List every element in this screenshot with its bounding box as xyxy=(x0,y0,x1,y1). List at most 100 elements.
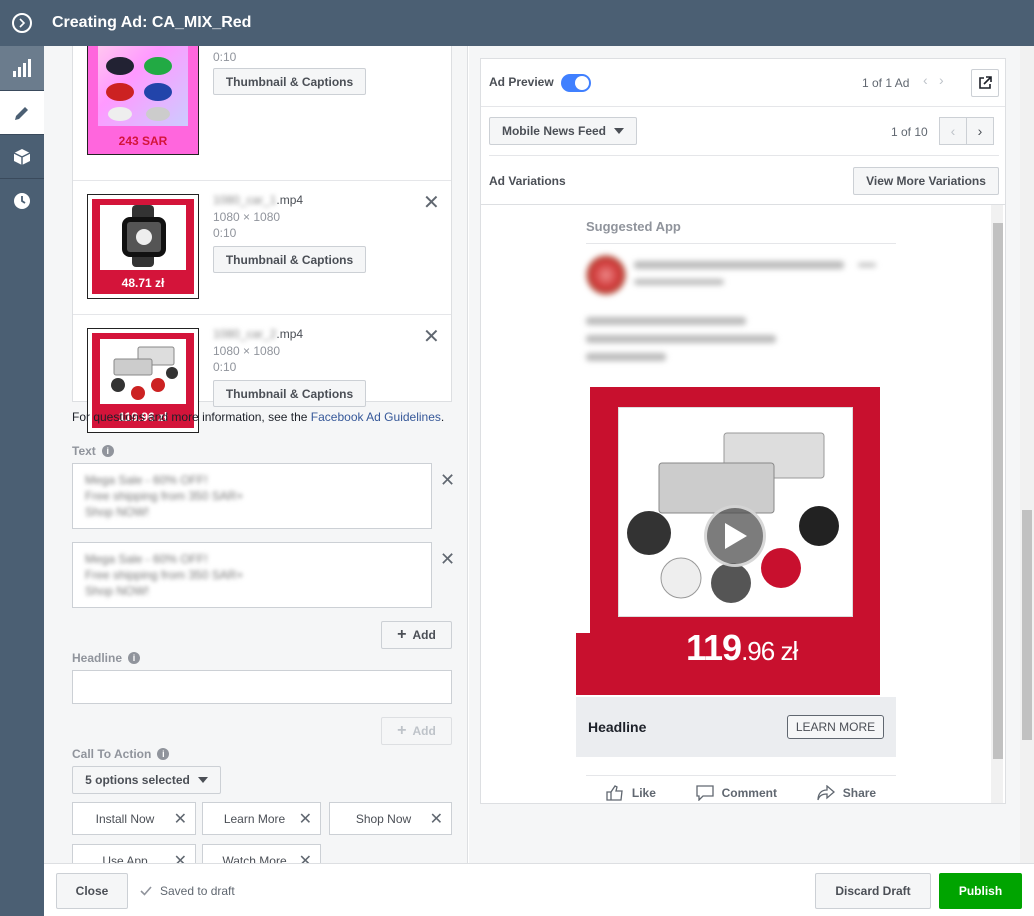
video-list: 243 SAR 0:10 Thumbnail & Captions 48.71 … xyxy=(72,46,452,433)
comment-action[interactable]: Comment xyxy=(695,785,777,801)
preview-panel: Ad Preview 1 of 1 Ad ‹ › Mobile News Fee… xyxy=(469,46,1034,863)
placement-count: 1 of 10 xyxy=(891,125,928,139)
discard-draft-button[interactable]: Discard Draft xyxy=(815,873,931,909)
feed-post: Suggested App 119.96 zł Headline LEARN M… xyxy=(576,205,896,803)
remove-cta-icon[interactable]: ✕ xyxy=(299,809,312,829)
info-icon[interactable]: i xyxy=(157,748,170,760)
ad-guidelines-link[interactable]: Facebook Ad Guidelines xyxy=(311,410,441,424)
ad-price: 119.96 zł xyxy=(686,627,798,668)
page-scrollbar-thumb[interactable] xyxy=(1022,510,1032,740)
chevron-left-icon: ‹ xyxy=(950,123,956,139)
text-field[interactable]: Mega Sale - 60% OFF! Free shipping from … xyxy=(72,542,432,608)
remove-text-icon[interactable]: ✕ xyxy=(440,549,455,570)
cta-chip: Watch More ✕ xyxy=(202,844,321,863)
video-filename: 1080_car_2.mp4 xyxy=(213,327,304,341)
ad-video[interactable]: 119.96 zł xyxy=(576,387,880,697)
ad-variations-label: Ad Variations xyxy=(489,174,566,188)
page-scrollbar[interactable] xyxy=(1020,46,1034,863)
sidebar-item-assets[interactable] xyxy=(0,134,44,178)
view-more-variations-button[interactable]: View More Variations xyxy=(853,167,999,195)
collapse-toggle-icon[interactable] xyxy=(12,13,32,33)
share-action[interactable]: Share xyxy=(817,785,876,801)
page-avatar xyxy=(586,255,626,295)
sidebar-item-history[interactable] xyxy=(0,178,44,222)
close-button[interactable]: Close xyxy=(56,873,128,909)
ad-editor-panel: 243 SAR 0:10 Thumbnail & Captions 48.71 … xyxy=(44,46,468,863)
play-icon[interactable] xyxy=(704,505,766,567)
cta-chip: Learn More ✕ xyxy=(202,802,321,835)
clock-icon xyxy=(14,192,30,209)
chevron-right-icon: › xyxy=(977,123,983,139)
preview-scrollbar-thumb[interactable] xyxy=(993,223,1003,759)
thumbnail-captions-button[interactable]: Thumbnail & Captions xyxy=(213,246,366,273)
save-status: Saved to draft xyxy=(140,884,235,898)
next-ad-icon[interactable]: › xyxy=(939,72,944,88)
thumbnail-captions-button[interactable]: Thumbnail & Captions xyxy=(213,380,366,407)
remove-video-icon[interactable]: ✕ xyxy=(423,327,440,347)
plus-icon: + xyxy=(397,626,407,643)
add-text-button[interactable]: + Add xyxy=(381,621,452,649)
placement-dropdown[interactable]: Mobile News Feed xyxy=(489,117,637,145)
learn-more-button[interactable]: LEARN MORE xyxy=(787,715,884,739)
remove-cta-icon[interactable]: ✕ xyxy=(430,809,443,829)
share-icon xyxy=(817,785,835,801)
post-actions: Like Comment Share xyxy=(586,785,896,801)
add-headline-button[interactable]: + Add xyxy=(381,717,452,745)
ad-preview-label: Ad Preview xyxy=(489,75,554,89)
info-icon[interactable]: i xyxy=(101,445,114,457)
prev-ad-icon[interactable]: ‹ xyxy=(923,72,928,88)
preview-headline: Headline xyxy=(588,719,647,735)
remove-video-icon[interactable]: ✕ xyxy=(423,193,440,213)
window-title: Creating Ad: CA_MIX_Red xyxy=(52,14,252,31)
like-action[interactable]: Like xyxy=(606,785,656,801)
video-duration: 0:10 xyxy=(213,226,237,240)
video-row: 243 SAR 0:10 Thumbnail & Captions xyxy=(73,46,451,181)
sidebar-rail xyxy=(0,46,44,916)
caret-down-icon xyxy=(197,777,208,783)
ad-preview-card: Ad Preview 1 of 1 Ad ‹ › Mobile News Fee… xyxy=(480,58,1006,804)
video-duration: 0:10 xyxy=(213,360,237,374)
pencil-icon xyxy=(15,106,28,120)
video-row: 48.71 zł 1080_car_1.mp4 1080 × 1080 0:10… xyxy=(73,181,451,315)
video-thumbnail: 243 SAR xyxy=(87,46,199,155)
cta-options-dropdown[interactable]: 5 options selected xyxy=(72,766,221,794)
thumbnail-captions-button[interactable]: Thumbnail & Captions xyxy=(213,68,366,95)
open-external-icon[interactable] xyxy=(971,69,999,97)
sidebar-item-edit[interactable] xyxy=(0,90,44,134)
bar-chart-icon xyxy=(13,59,31,77)
video-dimensions: 1080 × 1080 xyxy=(213,344,281,358)
plus-icon: + xyxy=(397,722,407,739)
remove-cta-icon[interactable]: ✕ xyxy=(174,851,187,864)
cta-chip: Shop Now ✕ xyxy=(329,802,452,835)
mobile-feed-preview: Suggested App 119.96 zł Headline LEARN M… xyxy=(481,205,1005,803)
cta-chip: Install Now ✕ xyxy=(72,802,196,835)
footer-bar: Close Saved to draft Discard Draft Publi… xyxy=(44,863,1034,916)
sidebar-item-reports[interactable] xyxy=(0,46,44,90)
title-bar: Creating Ad: CA_MIX_Red xyxy=(0,0,1034,46)
cta-section-label: Call To Action i xyxy=(72,747,170,761)
video-dimensions: 1080 × 1080 xyxy=(213,210,281,224)
text-section-label: Text i xyxy=(72,444,114,458)
next-placement-button[interactable]: › xyxy=(966,117,994,145)
box-icon xyxy=(13,148,31,165)
publish-button[interactable]: Publish xyxy=(939,873,1022,909)
video-filename: 1080_car_1.mp4 xyxy=(213,193,304,207)
video-thumbnail: 48.71 zł xyxy=(87,194,199,299)
checkmark-icon xyxy=(140,886,152,896)
preview-header: Ad Preview 1 of 1 Ad ‹ › xyxy=(481,59,1005,107)
cta-chip: Use App ✕ xyxy=(72,844,196,863)
remove-cta-icon[interactable]: ✕ xyxy=(299,851,312,864)
thumbnail-price: 243 SAR xyxy=(118,134,168,148)
remove-text-icon[interactable]: ✕ xyxy=(440,470,455,491)
headline-input[interactable] xyxy=(72,670,452,704)
thumbs-up-icon xyxy=(606,785,623,801)
suggested-app-label: Suggested App xyxy=(586,219,681,234)
text-field[interactable]: Mega Sale - 60% OFF! Free shipping from … xyxy=(72,463,432,529)
prev-placement-button[interactable]: ‹ xyxy=(939,117,967,145)
info-icon[interactable]: i xyxy=(128,652,141,664)
remove-cta-icon[interactable]: ✕ xyxy=(174,809,187,829)
video-row: 119.96 zł 1080_car_2.mp4 1080 × 1080 0:1… xyxy=(73,315,451,449)
comment-icon xyxy=(695,785,714,801)
ad-preview-toggle[interactable] xyxy=(561,74,591,92)
cta-bar: Headline LEARN MORE xyxy=(576,697,896,757)
